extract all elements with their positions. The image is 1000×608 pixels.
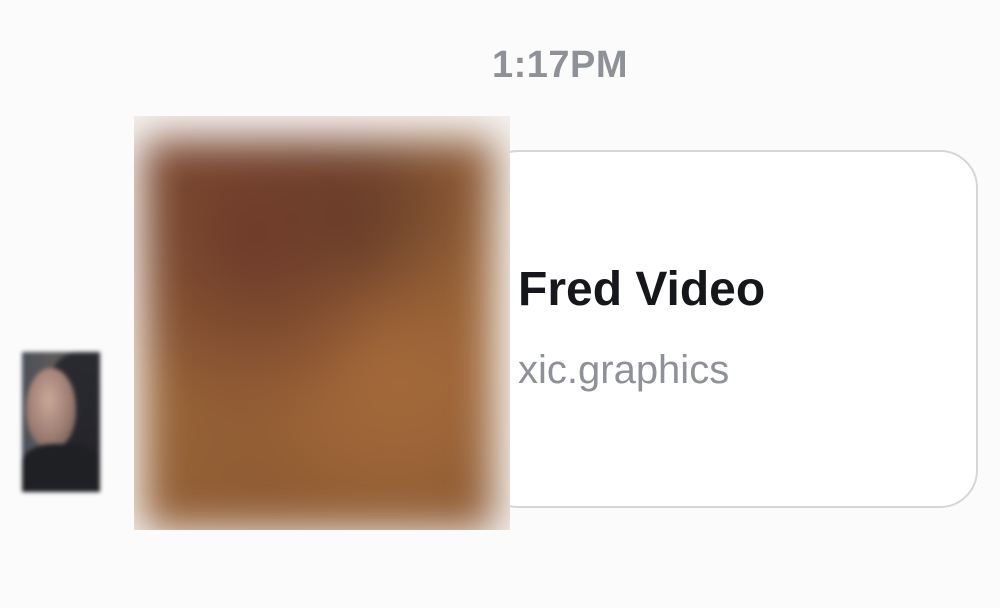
message-timestamp: 1:17PM bbox=[491, 44, 629, 86]
avatar-face-shape bbox=[26, 368, 76, 448]
link-preview-title: Fred Video bbox=[518, 263, 766, 316]
link-thumbnail-image[interactable] bbox=[134, 116, 510, 530]
link-preview-card[interactable] bbox=[480, 150, 978, 508]
sender-avatar[interactable] bbox=[22, 352, 100, 492]
blurred-thumbnail-content bbox=[144, 140, 494, 530]
avatar-shoulder-shape bbox=[22, 444, 100, 492]
link-preview-domain: xic.graphics bbox=[518, 348, 730, 392]
